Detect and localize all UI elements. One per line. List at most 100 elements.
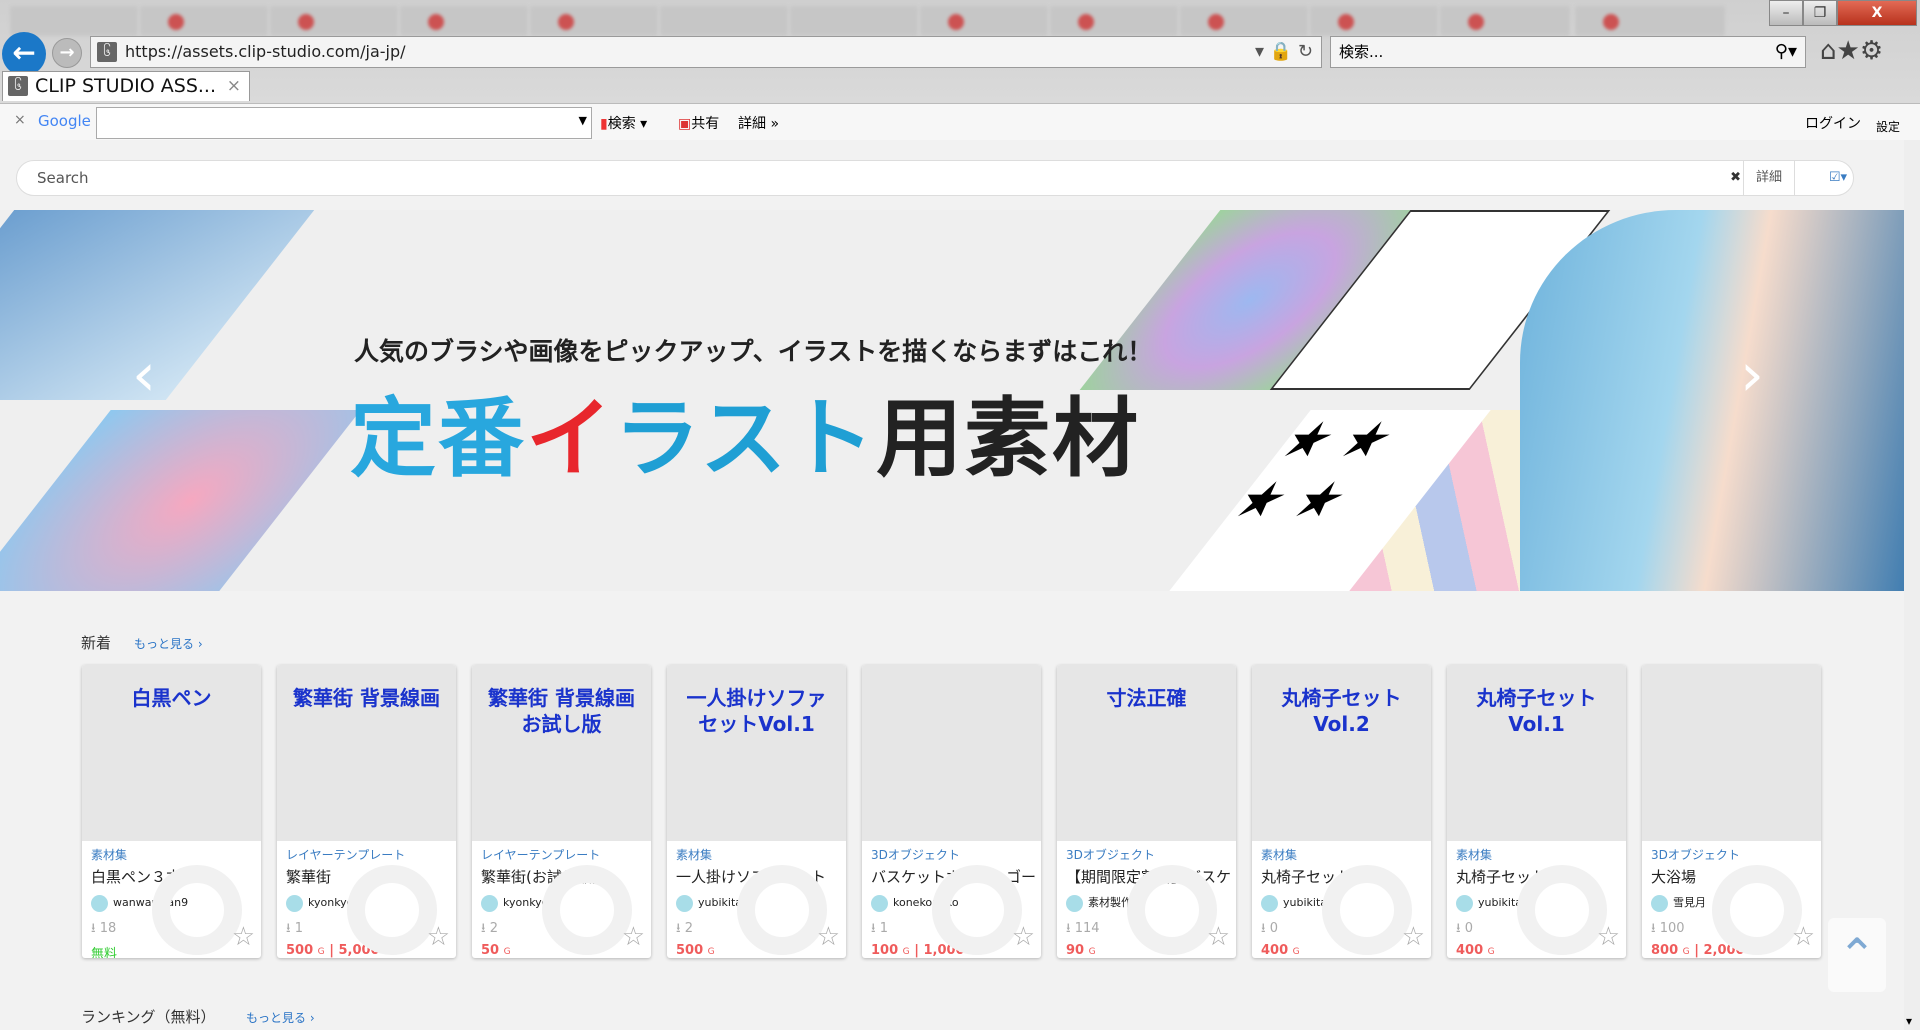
- asset-card[interactable]: 白黒ペン 素材集 白黒ペン３本 wanwanwan9 ⭳ 18 無料 ☆: [82, 665, 261, 958]
- background-tab[interactable]: [270, 6, 398, 36]
- home-favorites-settings-icons[interactable]: ⌂★⚙: [1820, 36, 1883, 66]
- asset-card[interactable]: 丸椅子セットVol.1 素材集 丸椅子セットVol.1 yubikitax ⭳ …: [1447, 665, 1626, 958]
- asset-card[interactable]: 丸椅子セットVol.2 素材集 丸椅子セットVol.2 yubikitax ⭳ …: [1252, 665, 1431, 958]
- asset-category[interactable]: 素材集: [91, 846, 261, 863]
- toolbar-close-icon[interactable]: ×: [14, 112, 26, 128]
- favorite-star-icon[interactable]: ☆: [427, 922, 450, 952]
- favorite-star-icon[interactable]: ☆: [1402, 922, 1425, 952]
- google-search-input[interactable]: ▼: [96, 107, 592, 139]
- background-tab[interactable]: [1310, 6, 1438, 36]
- thumbnail-text: 一人掛けソファセットVol.1: [686, 686, 827, 736]
- background-tab[interactable]: [920, 6, 1048, 36]
- asset-thumbnail[interactable]: [862, 665, 1041, 841]
- background-tab[interactable]: [790, 6, 918, 36]
- asset-card[interactable]: 3Dオブジェクト 大浴場 雪見月 ⭳ 100 800 G | 2,000 CP …: [1642, 665, 1821, 958]
- asset-category[interactable]: レイヤーテンプレート: [286, 846, 456, 863]
- favorite-star-icon[interactable]: ☆: [1792, 922, 1815, 952]
- favorite-star-icon[interactable]: ☆: [232, 922, 255, 952]
- background-tab[interactable]: [400, 6, 528, 36]
- scrollbar[interactable]: ▾: [1904, 140, 1920, 1030]
- favorite-star-icon[interactable]: ☆: [1012, 922, 1035, 952]
- restore-button[interactable]: ❐: [1803, 0, 1837, 26]
- asset-thumbnail[interactable]: 白黒ペン: [82, 665, 261, 841]
- settings-button[interactable]: 設定: [1876, 118, 1900, 135]
- banner-next-arrow-icon[interactable]: ›: [1740, 340, 1764, 410]
- hero-banner[interactable]: ★ ★ ★ ★ 人気のブラシや画像をピックアップ、イラストを描くならまずはこれ！ …: [0, 210, 1904, 591]
- background-tab[interactable]: [1440, 6, 1570, 36]
- avatar: [1066, 894, 1083, 912]
- asset-search-input[interactable]: Search ✖ 詳細 ☑▾: [16, 160, 1854, 196]
- asset-thumbnail[interactable]: 繁華街 背景線画 お試し版: [472, 665, 651, 841]
- background-tab[interactable]: [1575, 6, 1725, 36]
- search-icon[interactable]: ⚲▾: [1775, 37, 1797, 67]
- google-toolbar: × Google ▼ ▮検索 ▾ ▣共有 詳細 » ログイン 設定: [0, 103, 1920, 140]
- download-icon: ⭳: [1456, 921, 1465, 936]
- asset-category[interactable]: 3Dオブジェクト: [871, 846, 1041, 863]
- login-link[interactable]: ログイン: [1805, 113, 1861, 133]
- site-favicon-icon: ၆: [8, 76, 28, 96]
- active-tab[interactable]: ၆ CLIP STUDIO ASS... ×: [2, 71, 250, 101]
- thumbnail-text: 白黒ペン: [131, 686, 212, 710]
- tab-title: CLIP STUDIO ASS...: [35, 75, 216, 97]
- avatar: [91, 894, 108, 912]
- asset-category[interactable]: 素材集: [676, 846, 846, 863]
- search-placeholder: Search: [37, 169, 89, 187]
- thumbnail-text: 丸椅子セットVol.2: [1281, 686, 1402, 736]
- google-search-button[interactable]: ▮検索 ▾: [600, 113, 647, 133]
- asset-category[interactable]: 素材集: [1456, 846, 1626, 863]
- browser-search-input[interactable]: 検索... ⚲▾: [1330, 36, 1806, 68]
- background-tab[interactable]: [1050, 6, 1178, 36]
- thumbnail-text: 繁華街 背景線画 お試し版: [488, 686, 635, 736]
- asset-thumbnail[interactable]: 寸法正確: [1057, 665, 1236, 841]
- forward-arrow-icon[interactable]: →: [52, 38, 82, 68]
- background-tab[interactable]: [530, 6, 658, 36]
- favorite-star-icon[interactable]: ☆: [817, 922, 840, 952]
- ranking-more-link[interactable]: もっと見る ›: [246, 1009, 315, 1026]
- avatar: [1651, 894, 1668, 912]
- asset-thumbnail[interactable]: 丸椅子セットVol.1: [1447, 665, 1626, 841]
- back-arrow-icon[interactable]: ←: [2, 32, 46, 76]
- download-icon: ⭳: [676, 921, 685, 936]
- asset-category[interactable]: レイヤーテンプレート: [481, 846, 651, 863]
- background-tab[interactable]: [10, 6, 138, 36]
- filter-dropdown[interactable]: ☑▾: [1829, 161, 1847, 195]
- clear-search-icon[interactable]: ✖: [1730, 161, 1741, 195]
- tab-close-icon[interactable]: ×: [227, 72, 241, 100]
- favorite-star-icon[interactable]: ☆: [622, 922, 645, 952]
- favorite-star-icon[interactable]: ☆: [1597, 922, 1620, 952]
- asset-card[interactable]: 繁華街 背景線画 お試し版 レイヤーテンプレート 繁華街(お試し版) kyonk…: [472, 665, 651, 958]
- asset-category[interactable]: 3Dオブジェクト: [1066, 846, 1236, 863]
- favorite-star-icon[interactable]: ☆: [1207, 922, 1230, 952]
- new-more-link[interactable]: もっと見る ›: [134, 635, 203, 652]
- asset-card[interactable]: 寸法正確 3Dオブジェクト 【期間限定割引】バスケ 素材製作所 ⭳ 114 90…: [1057, 665, 1236, 958]
- ranking-section-heading: ランキング（無料）: [81, 1008, 216, 1026]
- asset-thumbnail[interactable]: 繁華街 背景線画: [277, 665, 456, 841]
- asset-thumbnail[interactable]: 一人掛けソファセットVol.1: [667, 665, 846, 841]
- asset-category[interactable]: 3Dオブジェクト: [1651, 846, 1821, 863]
- details-button[interactable]: 詳細 »: [738, 113, 779, 133]
- asset-card[interactable]: 繁華街 背景線画 レイヤーテンプレート 繁華街 kyonkyo ⭳ 1 500 …: [277, 665, 456, 958]
- background-tab[interactable]: [140, 6, 268, 36]
- asset-card[interactable]: 一人掛けソファセットVol.1 素材集 一人掛けソファセット yubikitax…: [667, 665, 846, 958]
- download-icon: ⭳: [871, 921, 880, 936]
- advanced-search-button[interactable]: 詳細: [1742, 161, 1795, 195]
- scroll-to-top-button[interactable]: ⌃: [1828, 918, 1886, 992]
- asset-thumbnail[interactable]: [1642, 665, 1821, 841]
- minimize-button[interactable]: –: [1769, 0, 1803, 26]
- new-section-heading: 新着: [81, 634, 112, 652]
- background-tab[interactable]: [660, 6, 788, 36]
- thumbnail-text: [1642, 665, 1821, 705]
- banner-title: 定番イラスト用素材: [350, 389, 1141, 489]
- close-window-button[interactable]: X: [1837, 0, 1917, 26]
- asset-thumbnail[interactable]: 丸椅子セットVol.2: [1252, 665, 1431, 841]
- scroll-down-icon[interactable]: ▾: [1906, 1014, 1912, 1028]
- share-button[interactable]: ▣共有: [678, 113, 719, 133]
- background-tab[interactable]: [1180, 6, 1308, 36]
- asset-card[interactable]: 3Dオブジェクト バスケットボール ゴー konekonoko ⭳ 1 100 …: [862, 665, 1041, 958]
- avatar: [481, 894, 498, 912]
- banner-prev-arrow-icon[interactable]: ‹: [132, 340, 156, 410]
- address-bar[interactable]: ၆ https://assets.clip-studio.com/ja-jp/ …: [90, 36, 1322, 68]
- thumbnail-text: 丸椅子セットVol.1: [1476, 686, 1597, 736]
- lock-refresh-icon[interactable]: ▾ 🔒 ↻: [1255, 37, 1313, 67]
- asset-category[interactable]: 素材集: [1261, 846, 1431, 863]
